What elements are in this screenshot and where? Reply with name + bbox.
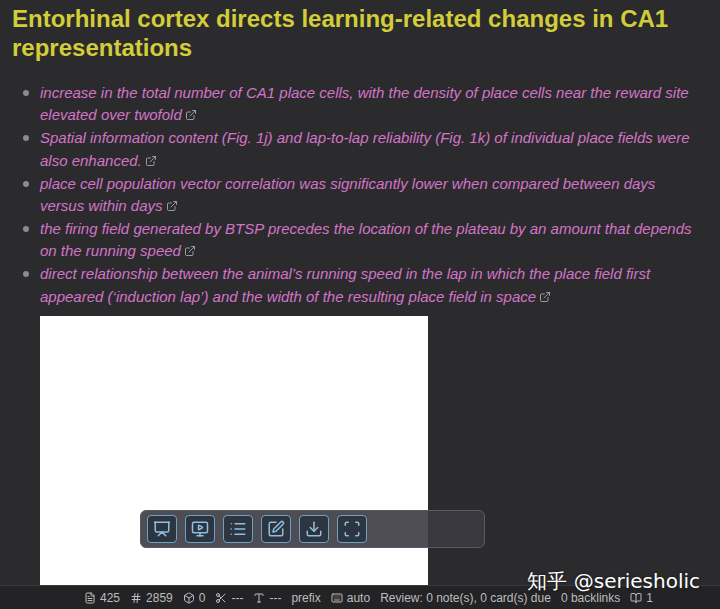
external-link-icon[interactable] xyxy=(185,109,197,121)
scissors-icon xyxy=(215,592,227,604)
status-item[interactable]: 425 xyxy=(84,591,120,605)
bullet-item: direct relationship between the animal’s… xyxy=(40,263,700,308)
outline-icon xyxy=(229,520,247,538)
external-link-icon[interactable] xyxy=(184,245,196,257)
box-icon xyxy=(183,592,195,604)
status-item[interactable]: prefix xyxy=(291,591,320,605)
outline-button[interactable] xyxy=(223,515,253,543)
status-item[interactable]: Review: 0 note(s), 0 card(s) due xyxy=(380,591,551,605)
bullet-item: the firing field generated by BTSP prece… xyxy=(40,218,700,263)
external-link-icon[interactable] xyxy=(166,200,178,212)
download-button[interactable] xyxy=(299,515,329,543)
bullet-item: increase in the total number of CA1 plac… xyxy=(40,82,700,127)
hash-icon xyxy=(130,592,142,604)
note-editor[interactable]: Entorhinal cortex directs learning-relat… xyxy=(0,0,720,585)
bullet-item: place cell population vector correlation… xyxy=(40,173,700,218)
present-button[interactable] xyxy=(185,515,215,543)
keyboard-icon xyxy=(331,592,343,604)
fullscreen-icon xyxy=(343,520,361,538)
book-icon xyxy=(630,592,642,604)
status-item[interactable]: --- xyxy=(215,591,243,605)
present-icon xyxy=(191,520,209,538)
image-toolbar xyxy=(140,510,485,548)
status-item[interactable]: 2859 xyxy=(130,591,173,605)
edit-icon xyxy=(267,520,285,538)
external-link-icon[interactable] xyxy=(145,155,157,167)
bullet-list: increase in the total number of CA1 plac… xyxy=(12,82,700,308)
download-icon xyxy=(305,520,323,538)
fullscreen-button[interactable] xyxy=(337,515,367,543)
status-item[interactable]: --- xyxy=(253,591,281,605)
status-item[interactable]: auto xyxy=(331,591,370,605)
watermark: 知乎 @seriesholic xyxy=(527,568,700,595)
edit-button[interactable] xyxy=(261,515,291,543)
type-icon xyxy=(253,592,265,604)
bullet-item: Spatial information content (Fig. 1j) an… xyxy=(40,127,700,172)
status-item[interactable]: 0 xyxy=(183,591,206,605)
slides-icon xyxy=(153,520,171,538)
slides-button[interactable] xyxy=(147,515,177,543)
external-link-icon[interactable] xyxy=(539,291,551,303)
note-title: Entorhinal cortex directs learning-relat… xyxy=(12,4,692,62)
app-window: Entorhinal cortex directs learning-relat… xyxy=(0,0,720,609)
file-icon xyxy=(84,592,96,604)
